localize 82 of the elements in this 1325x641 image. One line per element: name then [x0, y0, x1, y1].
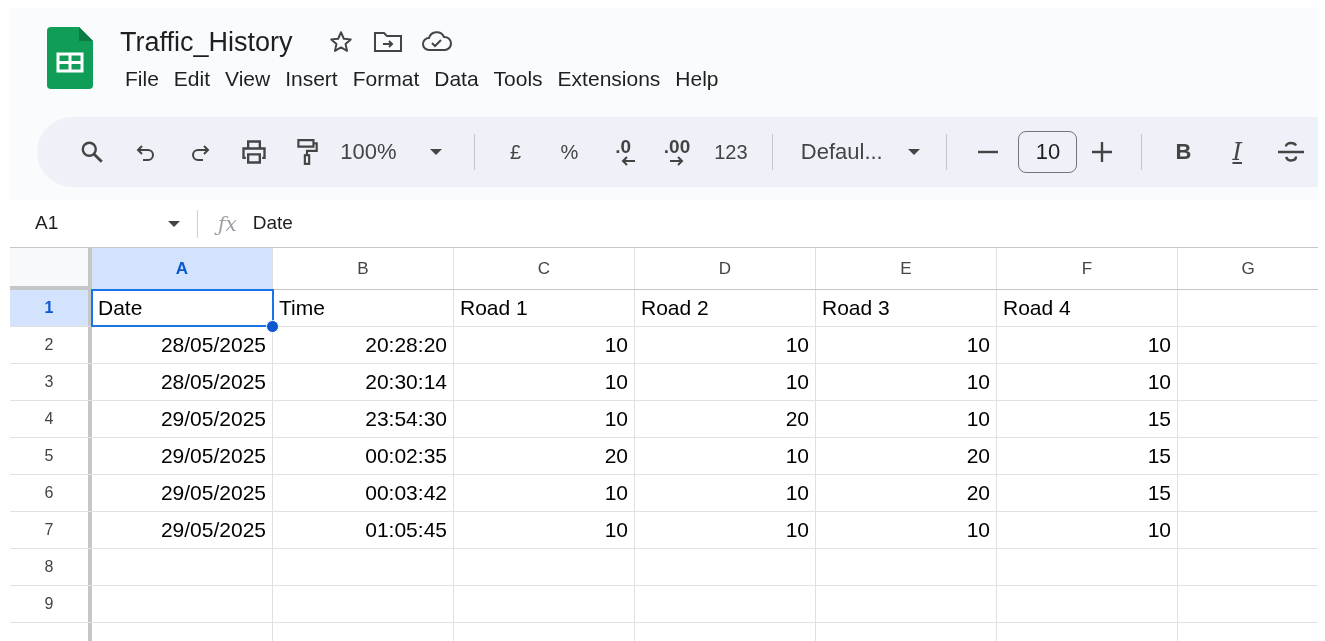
table-cell: 10 [454, 512, 635, 548]
menu-item[interactable]: Tools [486, 63, 550, 95]
star-icon[interactable] [327, 29, 354, 55]
table-cell: Time [273, 290, 454, 326]
menu-item[interactable]: Extensions [550, 63, 668, 95]
table-cell: 15 [997, 475, 1178, 511]
format-button[interactable]: £ [509, 136, 521, 167]
table-cell: Road 4 [997, 290, 1178, 326]
menu-item[interactable]: Help [668, 63, 726, 95]
paint-roller-icon[interactable] [294, 137, 321, 166]
table-cell: 10 [635, 327, 816, 363]
format-button[interactable]: 123 [714, 136, 748, 167]
table-cell: 28/05/2025 [92, 327, 273, 363]
format-button[interactable]: % [560, 136, 579, 167]
table-cell: 15 [997, 401, 1178, 437]
caret-icon[interactable] [167, 219, 181, 228]
table-cell: 10 [635, 512, 816, 548]
cloud-check-icon[interactable] [420, 30, 453, 54]
plus-icon[interactable] [1092, 141, 1113, 162]
table-cell: 00:03:42 [273, 475, 454, 511]
font-size-field[interactable]: 10 [1018, 130, 1078, 173]
name-box[interactable]: A1 [35, 209, 155, 238]
menu-item[interactable]: Data [427, 63, 486, 95]
formula-field[interactable]: Date [252, 209, 293, 238]
table-cell: 20:28:20 [273, 327, 454, 363]
table-cell: 15 [997, 438, 1178, 474]
menu-item[interactable]: File [118, 63, 166, 95]
table-cell: 00:02:35 [273, 438, 454, 474]
zoom-dropdown[interactable]: 100% [340, 135, 397, 168]
caret-icon[interactable] [428, 147, 443, 156]
bold-button[interactable]: B [1175, 135, 1192, 168]
menu-item[interactable]: Insert [278, 63, 345, 95]
table-cell: 20 [816, 438, 997, 474]
table-cell: 29/05/2025 [92, 438, 273, 474]
strikethrough-icon[interactable] [1277, 139, 1306, 164]
table-cell: 10 [454, 401, 635, 437]
right-arrow-icon [669, 155, 686, 166]
decrease-decimal-button[interactable]: .0 [610, 137, 637, 166]
table-cell: 23:54:30 [273, 401, 454, 437]
table-cell: 10 [635, 438, 816, 474]
table-cell: 10 [997, 512, 1178, 548]
print-icon[interactable] [239, 137, 268, 166]
menu-item[interactable]: View [218, 63, 278, 95]
table-cell: 28/05/2025 [92, 364, 273, 400]
font-dropdown[interactable]: Defaul... [800, 135, 883, 168]
italic-button[interactable]: I [1232, 133, 1242, 170]
row-header[interactable]: 1 [10, 290, 92, 326]
table-cell: Road 2 [635, 290, 816, 326]
table-cell: 10 [635, 364, 816, 400]
table-cell: 10 [635, 475, 816, 511]
folder-icon[interactable] [372, 30, 403, 54]
table-cell: 10 [816, 364, 997, 400]
table-cell: 10 [997, 327, 1178, 363]
table-cell: 20 [454, 438, 635, 474]
table-cell: 10 [997, 364, 1178, 400]
table-cell: 20:30:14 [273, 364, 454, 400]
active-cell[interactable]: Date [92, 290, 273, 326]
table-cell: Road 1 [454, 290, 635, 326]
table-cell: Road 3 [816, 290, 997, 326]
menu-item[interactable]: Edit [166, 63, 218, 95]
sheets-logo-icon[interactable] [47, 27, 93, 89]
menu-item[interactable]: Format [345, 63, 427, 95]
minus-icon[interactable] [977, 149, 998, 154]
document-title[interactable]: Traffic_History [120, 21, 293, 63]
table-cell: 10 [454, 475, 635, 511]
increase-decimal-button[interactable]: .00 [663, 137, 691, 166]
table-cell: 10 [816, 512, 997, 548]
caret-icon[interactable] [906, 147, 921, 156]
left-arrow-icon [620, 155, 637, 166]
table-cell: 29/05/2025 [92, 512, 273, 548]
table-cell: 10 [454, 327, 635, 363]
table-cell: 10 [454, 364, 635, 400]
table-cell: 10 [816, 401, 997, 437]
fill-handle[interactable] [266, 320, 279, 333]
corner-cell[interactable] [10, 248, 92, 290]
table-cell: 20 [816, 475, 997, 511]
table-cell: 29/05/2025 [92, 475, 273, 511]
table-cell: 29/05/2025 [92, 401, 273, 437]
column-header[interactable]: A [92, 248, 273, 289]
table-cell: 01:05:45 [273, 512, 454, 548]
table-cell: 20 [635, 401, 816, 437]
table-cell: 10 [816, 327, 997, 363]
